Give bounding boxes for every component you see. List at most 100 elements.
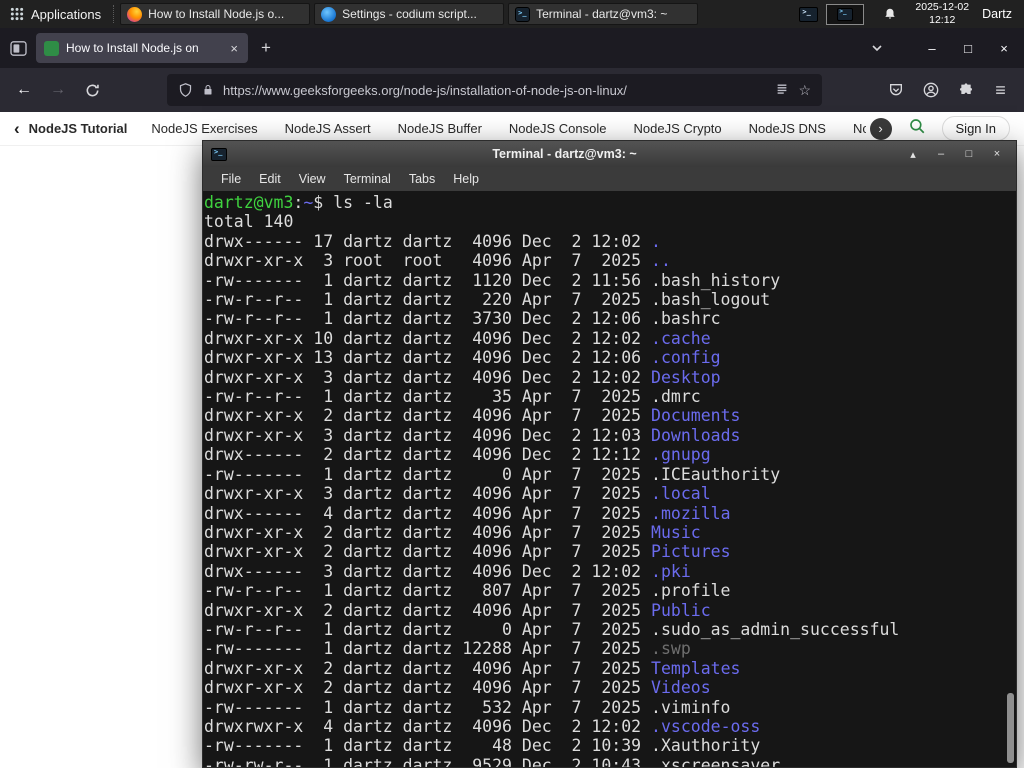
terminal-icon bbox=[211, 147, 227, 161]
terminal-lines: dartz@vm3:~$ ls -la total 140 drwx------ 1… bbox=[203, 191, 1016, 767]
terminal-scrollbar[interactable] bbox=[1005, 191, 1016, 767]
terminal-output[interactable]: dartz@vm3:~$ ls -la total 140 drwx------ 1… bbox=[203, 191, 1016, 767]
terminal-line: -rw------- 1 dartz dartz 0 Apr 7 2025 .I… bbox=[204, 464, 781, 484]
terminal-line: -rw-r--r-- 1 dartz dartz 807 Apr 7 2025 … bbox=[204, 581, 731, 601]
browser-tab[interactable]: How to Install Node.js on × bbox=[36, 33, 248, 63]
site-nav-nodejs-tutorial[interactable]: NodeJS Tutorial bbox=[29, 121, 128, 136]
terminal-icon bbox=[515, 6, 531, 22]
shield-icon[interactable] bbox=[178, 82, 193, 98]
back-button[interactable]: ← bbox=[7, 75, 41, 105]
terminal-line: -rw-rw-r-- 1 dartz dartz 9529 Dec 2 10:4… bbox=[204, 755, 781, 767]
terminal-line: -rw-r--r-- 1 dartz dartz 35 Apr 7 2025 .… bbox=[204, 387, 701, 407]
site-nav-right: › Sign In bbox=[866, 116, 1010, 141]
menu-icon[interactable]: ≡ bbox=[983, 80, 1018, 101]
terminal-line: drwx------ 17 dartz dartz 4096 Dec 2 12:… bbox=[204, 231, 661, 251]
terminal-menu-file[interactable]: File bbox=[212, 172, 250, 186]
terminal-line: -rw------- 1 dartz dartz 1120 Dec 2 11:5… bbox=[204, 270, 781, 290]
reader-mode-icon[interactable] bbox=[775, 83, 789, 97]
terminal-line: -rw-r--r-- 1 dartz dartz 220 Apr 7 2025 … bbox=[204, 290, 771, 310]
url-text: https://www.geeksforgeeks.org/node-js/in… bbox=[223, 82, 627, 98]
browser-minimize-button[interactable]: – bbox=[914, 41, 950, 56]
applications-menu[interactable]: Applications bbox=[0, 0, 111, 28]
reload-button[interactable] bbox=[75, 75, 109, 105]
account-icon[interactable] bbox=[913, 82, 948, 98]
terminal-menu-view[interactable]: View bbox=[290, 172, 335, 186]
terminal-line: drwxr-xr-x 2 dartz dartz 4096 Apr 7 2025… bbox=[204, 406, 741, 426]
terminal-menu-edit[interactable]: Edit bbox=[250, 172, 290, 186]
taskbar-window-button[interactable]: Terminal - dartz@vm3: ~ bbox=[508, 3, 699, 25]
terminal-maximize-button[interactable]: □ bbox=[958, 148, 980, 160]
tab-close-button[interactable]: × bbox=[228, 41, 240, 56]
firefox-icon bbox=[127, 6, 143, 22]
browser-maximize-button[interactable]: □ bbox=[950, 41, 986, 56]
terminal-line: drwxr-xr-x 2 dartz dartz 4096 Apr 7 2025… bbox=[204, 542, 731, 562]
pocket-icon[interactable] bbox=[878, 82, 913, 98]
notifications-bell-icon[interactable] bbox=[883, 7, 897, 21]
terminal-line: -rw------- 1 dartz dartz 532 Apr 7 2025 … bbox=[204, 697, 731, 717]
taskbar: Applications How to Install Node.js o...… bbox=[0, 0, 1024, 28]
terminal-line: -rw-r--r-- 1 dartz dartz 0 Apr 7 2025 .s… bbox=[204, 619, 900, 639]
url-bar[interactable]: https://www.geeksforgeeks.org/node-js/in… bbox=[167, 74, 822, 106]
browser-window-controls: – □ × bbox=[914, 41, 1022, 56]
site-nav-nodejs-exercises[interactable]: NodeJS Exercises bbox=[151, 121, 257, 136]
clock[interactable]: 2025-12-02 12:12 bbox=[915, 1, 969, 26]
terminal-line: dartz@vm3:~$ ls -la bbox=[204, 193, 393, 212]
applications-label: Applications bbox=[31, 6, 102, 22]
applications-icon bbox=[10, 7, 24, 21]
terminal-rollup-button[interactable]: ▴ bbox=[902, 148, 924, 161]
panel-terminal-icon[interactable] bbox=[799, 6, 819, 22]
forward-button[interactable]: → bbox=[41, 75, 75, 105]
search-icon[interactable] bbox=[908, 117, 926, 140]
tab-title: How to Install Node.js on bbox=[66, 41, 199, 55]
terminal-line: total 140 bbox=[204, 212, 294, 232]
site-nav-nodejs-dns[interactable]: NodeJS DNS bbox=[749, 121, 826, 136]
new-tab-button[interactable]: + bbox=[261, 38, 271, 58]
browser-close-button[interactable]: × bbox=[986, 41, 1022, 56]
taskbar-windows: How to Install Node.js o... Settings - c… bbox=[120, 0, 702, 28]
terminal-line: drwxr-xr-x 3 dartz dartz 4096 Dec 2 12:0… bbox=[204, 425, 741, 445]
terminal-menu-tabs[interactable]: Tabs bbox=[400, 172, 444, 186]
site-nav-nodejs-console[interactable]: NodeJS Console bbox=[509, 121, 607, 136]
terminal-line: drwxr-xr-x 2 dartz dartz 4096 Apr 7 2025… bbox=[204, 658, 741, 678]
bookmark-star-icon[interactable]: ☆ bbox=[798, 82, 811, 99]
terminal-title: Terminal - dartz@vm3: ~ bbox=[492, 147, 637, 161]
site-nav-nodejs-buffer[interactable]: NodeJS Buffer bbox=[398, 121, 482, 136]
firefox-view-icon[interactable] bbox=[10, 40, 27, 56]
terminal-line: drwxrwxr-x 4 dartz dartz 4096 Dec 2 12:0… bbox=[204, 716, 761, 736]
sign-in-button[interactable]: Sign In bbox=[941, 116, 1010, 141]
workspace-pager[interactable] bbox=[826, 3, 865, 25]
terminal-line: drwx------ 3 dartz dartz 4096 Dec 2 12:0… bbox=[204, 561, 691, 581]
terminal-line: drwxr-xr-x 2 dartz dartz 4096 Apr 7 2025… bbox=[204, 678, 711, 698]
terminal-minimize-button[interactable]: – bbox=[930, 148, 952, 160]
scrollbar-thumb[interactable] bbox=[1007, 693, 1014, 763]
terminal-line: drwxr-xr-x 3 root root 4096 Apr 7 2025 .… bbox=[204, 251, 671, 271]
terminal-line: drwxr-xr-x 13 dartz dartz 4096 Dec 2 12:… bbox=[204, 348, 721, 368]
terminal-menubar: File Edit View Terminal Tabs Help bbox=[203, 167, 1016, 191]
taskbar-window-button[interactable]: Settings - codium script... bbox=[314, 3, 505, 25]
nav-scroll-left-icon[interactable]: ‹ bbox=[14, 119, 20, 139]
terminal-line: -rw-r--r-- 1 dartz dartz 3730 Dec 2 12:0… bbox=[204, 309, 721, 329]
site-nav-nodejs-crypto[interactable]: NodeJS Crypto bbox=[633, 121, 721, 136]
terminal-window: Terminal - dartz@vm3: ~ ▴ – □ × FileEdit… bbox=[202, 140, 1017, 768]
terminal-titlebar[interactable]: Terminal - dartz@vm3: ~ ▴ – □ × bbox=[203, 141, 1016, 167]
terminal-menu-help[interactable]: Help bbox=[444, 172, 488, 186]
extensions-icon[interactable] bbox=[948, 82, 983, 98]
terminal-icon bbox=[837, 7, 854, 21]
terminal-line: drwxr-xr-x 10 dartz dartz 4096 Dec 2 12:… bbox=[204, 328, 711, 348]
site-favicon bbox=[44, 40, 59, 56]
site-nav-items: NodeJS Exercises NodeJS Assert NodeJS Buff… bbox=[151, 121, 865, 136]
site-nav-nodejs-assert[interactable]: NodeJS Assert bbox=[285, 121, 371, 136]
user-menu[interactable]: Dartz bbox=[982, 7, 1012, 21]
browser-tabbar: How to Install Node.js on × + – □ × bbox=[0, 28, 1024, 68]
taskbar-separator bbox=[113, 5, 115, 23]
taskbar-window-button[interactable]: How to Install Node.js o... bbox=[120, 3, 311, 25]
terminal-close-button[interactable]: × bbox=[986, 148, 1008, 160]
site-nav-node[interactable]: Node bbox=[853, 121, 866, 136]
terminal-line: -rw------- 1 dartz dartz 12288 Apr 7 202… bbox=[204, 639, 691, 659]
settings-icon bbox=[321, 6, 337, 22]
lock-icon[interactable] bbox=[202, 83, 214, 97]
terminal-line: drwxr-xr-x 2 dartz dartz 4096 Apr 7 2025… bbox=[204, 600, 711, 620]
terminal-menu-terminal[interactable]: Terminal bbox=[335, 172, 400, 186]
tab-list-dropdown[interactable] bbox=[870, 41, 884, 55]
nav-scroll-right-button[interactable]: › bbox=[869, 117, 892, 140]
